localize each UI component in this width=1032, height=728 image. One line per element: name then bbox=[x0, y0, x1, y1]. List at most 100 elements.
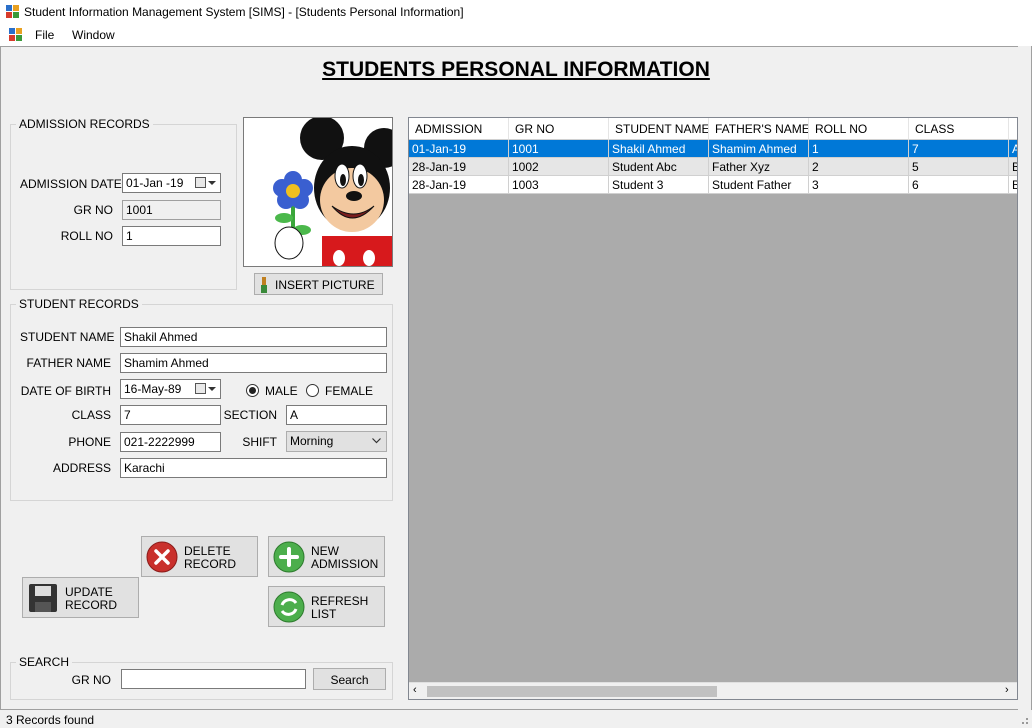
student-picture bbox=[243, 117, 393, 267]
chevron-down-icon bbox=[208, 387, 216, 391]
horizontal-scrollbar[interactable]: ‹ › bbox=[409, 682, 1017, 699]
table-cell[interactable]: Student Father bbox=[709, 176, 809, 194]
menu-file[interactable]: File bbox=[35, 28, 54, 42]
student-name-label: STUDENT NAME bbox=[20, 330, 115, 344]
refresh-list-label: REFRESH LIST bbox=[311, 594, 369, 621]
search-gr-no-label: GR NO bbox=[71, 673, 111, 687]
child-window-icon[interactable] bbox=[9, 28, 22, 41]
shift-value: Morning bbox=[290, 434, 334, 448]
male-radio[interactable] bbox=[246, 384, 259, 397]
table-cell[interactable]: 1 bbox=[809, 140, 909, 158]
gr-no-label: GR NO bbox=[73, 203, 113, 217]
gr-no-field[interactable]: 1001 bbox=[122, 200, 221, 220]
father-name-field[interactable]: Shamim Ahmed bbox=[120, 353, 387, 373]
table-cell[interactable]: 3 bbox=[809, 176, 909, 194]
table-cell[interactable]: 7 bbox=[909, 140, 1009, 158]
female-radio[interactable] bbox=[306, 384, 319, 397]
column-header[interactable]: STUDENT NAME bbox=[609, 118, 709, 140]
admission-date-value: 01-Jan -19 bbox=[126, 176, 184, 190]
table-cell[interactable]: 28-Jan-19 bbox=[409, 176, 509, 194]
student-records-label: STUDENT RECORDS bbox=[16, 297, 142, 311]
shift-label: SHIFT bbox=[242, 435, 277, 449]
table-row[interactable]: 28-Jan-19 1003 Student 3 Student Father … bbox=[409, 176, 1017, 194]
paint-icon bbox=[261, 277, 267, 293]
address-field[interactable]: Karachi bbox=[120, 458, 387, 478]
table-cell[interactable]: Shamim Ahmed bbox=[709, 140, 809, 158]
table-cell[interactable]: A bbox=[1009, 140, 1017, 158]
update-record-button[interactable]: UPDATE RECORD bbox=[22, 577, 139, 618]
column-header[interactable]: ADMISSION bbox=[409, 118, 509, 140]
dob-value: 16-May-89 bbox=[124, 382, 182, 396]
table-cell[interactable]: 5 bbox=[909, 158, 1009, 176]
shift-select[interactable]: Morning bbox=[286, 431, 387, 452]
save-icon bbox=[29, 584, 57, 612]
table-cell[interactable]: Student 3 bbox=[609, 176, 709, 194]
father-name-label: FATHER NAME bbox=[26, 356, 111, 370]
vertical-scrollbar[interactable] bbox=[1018, 46, 1031, 710]
admission-records-label: ADMISSION RECORDS bbox=[16, 117, 153, 131]
records-count: 3 Records found bbox=[6, 713, 95, 727]
new-admission-label: NEW ADMISSION bbox=[311, 544, 379, 571]
records-grid[interactable]: ADMISSION GR NO STUDENT NAME FATHER'S NA… bbox=[408, 117, 1018, 700]
scroll-right-icon[interactable]: › bbox=[1005, 684, 1009, 696]
phone-field[interactable]: 021-2222999 bbox=[120, 432, 221, 452]
menu-bar: File Window bbox=[0, 24, 1032, 46]
calendar-icon bbox=[195, 383, 206, 394]
refresh-icon bbox=[273, 591, 305, 623]
table-cell[interactable]: 1001 bbox=[509, 140, 609, 158]
roll-no-label: ROLL NO bbox=[60, 229, 113, 243]
column-header[interactable]: ROLL NO bbox=[809, 118, 909, 140]
dob-picker[interactable]: 16-May-89 bbox=[120, 379, 221, 399]
chevron-down-icon bbox=[372, 438, 381, 444]
column-header[interactable]: CLASS bbox=[909, 118, 1009, 140]
delete-icon bbox=[146, 541, 178, 573]
table-cell[interactable]: 1003 bbox=[509, 176, 609, 194]
cartoon-mouse-image bbox=[273, 118, 392, 266]
phone-label: PHONE bbox=[68, 435, 111, 449]
table-cell[interactable]: 28-Jan-19 bbox=[409, 158, 509, 176]
male-label: MALE bbox=[265, 384, 298, 398]
search-button[interactable]: Search bbox=[313, 668, 386, 690]
table-cell[interactable]: Shakil Ahmed bbox=[609, 140, 709, 158]
search-group-label: SEARCH bbox=[16, 655, 73, 669]
section-field[interactable]: A bbox=[286, 405, 387, 425]
table-cell[interactable]: 2 bbox=[809, 158, 909, 176]
chevron-down-icon bbox=[208, 181, 216, 185]
student-name-field[interactable]: Shakil Ahmed bbox=[120, 327, 387, 347]
table-cell[interactable]: 01-Jan-19 bbox=[409, 140, 509, 158]
table-cell[interactable]: B bbox=[1009, 176, 1017, 194]
page-title: STUDENTS PERSONAL INFORMATION bbox=[322, 58, 710, 81]
resize-grip-icon[interactable] bbox=[1018, 714, 1028, 724]
address-label: ADDRESS bbox=[52, 461, 111, 475]
title-bar: Student Information Management System [S… bbox=[0, 0, 1032, 24]
search-input[interactable] bbox=[121, 669, 306, 689]
update-record-label: UPDATE RECORD bbox=[65, 585, 118, 612]
table-cell[interactable]: 6 bbox=[909, 176, 1009, 194]
delete-record-button[interactable]: DELETE RECORD bbox=[141, 536, 258, 577]
section-label: SECTION bbox=[223, 408, 277, 422]
class-field[interactable]: 7 bbox=[120, 405, 221, 425]
scroll-thumb[interactable] bbox=[427, 686, 717, 697]
calendar-icon bbox=[195, 177, 206, 188]
column-header[interactable] bbox=[1009, 118, 1017, 140]
roll-no-field[interactable]: 1 bbox=[122, 226, 221, 246]
refresh-list-button[interactable]: REFRESH LIST bbox=[268, 586, 385, 627]
table-cell[interactable]: Father Xyz bbox=[709, 158, 809, 176]
app-icon bbox=[6, 5, 19, 18]
class-label: CLASS bbox=[71, 408, 111, 422]
insert-picture-label: INSERT PICTURE bbox=[275, 278, 375, 292]
table-row[interactable]: 01-Jan-19 1001 Shakil Ahmed Shamim Ahmed… bbox=[409, 140, 1017, 158]
column-header[interactable]: FATHER'S NAME bbox=[709, 118, 809, 140]
insert-picture-button[interactable]: INSERT PICTURE bbox=[254, 273, 383, 295]
dob-label: DATE OF BIRTH bbox=[20, 384, 111, 398]
admission-date-picker[interactable]: 01-Jan -19 bbox=[122, 173, 221, 193]
table-cell[interactable]: B bbox=[1009, 158, 1017, 176]
new-admission-button[interactable]: NEW ADMISSION bbox=[268, 536, 385, 577]
delete-record-label: DELETE RECORD bbox=[184, 544, 237, 571]
table-row[interactable]: 28-Jan-19 1002 Student Abc Father Xyz 2 … bbox=[409, 158, 1017, 176]
column-header[interactable]: GR NO bbox=[509, 118, 609, 140]
table-cell[interactable]: 1002 bbox=[509, 158, 609, 176]
scroll-left-icon[interactable]: ‹ bbox=[413, 684, 417, 696]
menu-window[interactable]: Window bbox=[72, 28, 115, 42]
table-cell[interactable]: Student Abc bbox=[609, 158, 709, 176]
